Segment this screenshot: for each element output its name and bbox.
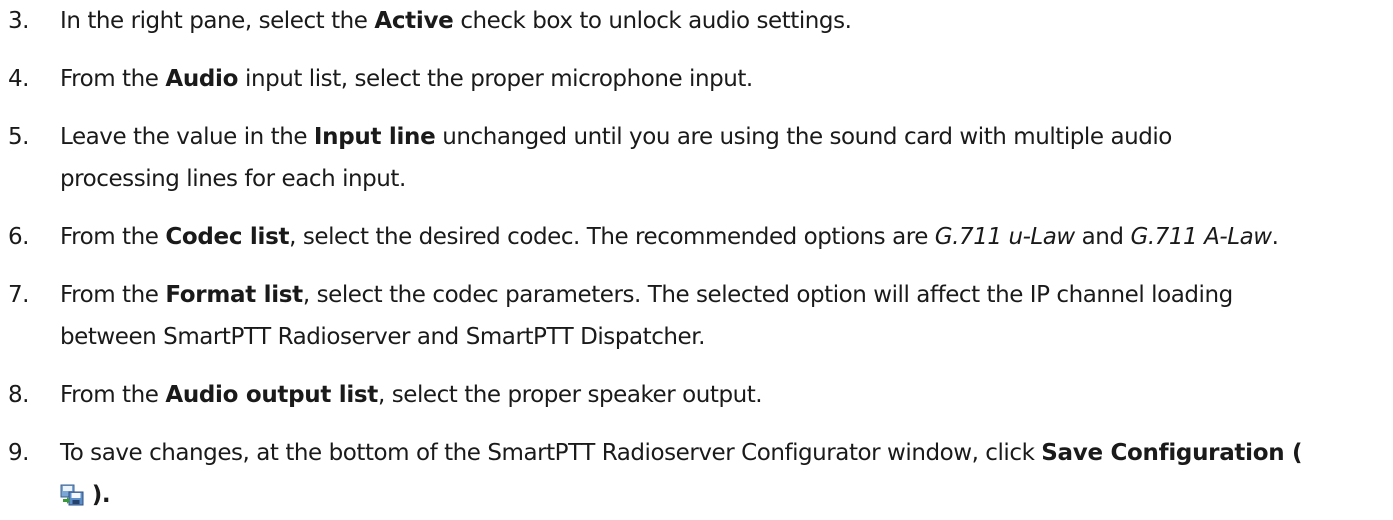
step-line: between SmartPTT Radioserver and SmartPT… bbox=[60, 316, 1233, 358]
step-line: ). bbox=[60, 474, 1302, 516]
step-text: From the Audio input list, select the pr… bbox=[60, 58, 753, 100]
ui-term: Format list bbox=[165, 282, 303, 308]
text-run: From the bbox=[60, 382, 166, 408]
text-run: Leave the value in the bbox=[60, 124, 314, 150]
text-run: From the bbox=[60, 282, 166, 308]
text-run: , select the desired codec. The recommen… bbox=[289, 224, 935, 250]
save-configuration-icon bbox=[60, 478, 84, 506]
text-run: and bbox=[1074, 224, 1131, 250]
step-line: From the Audio input list, select the pr… bbox=[60, 58, 753, 100]
codec-option: G.711 A-Law bbox=[1130, 224, 1272, 250]
text-run: . bbox=[1271, 224, 1279, 250]
step-line: From the Codec list, select the desired … bbox=[60, 216, 1279, 258]
step-line: processing lines for each input. bbox=[60, 158, 1172, 200]
step-number: 9. bbox=[8, 440, 30, 466]
ui-term: ). bbox=[84, 482, 111, 508]
step-number: 7. bbox=[8, 282, 30, 308]
step-number: 5. bbox=[8, 124, 30, 150]
step-line: To save changes, at the bottom of the Sm… bbox=[60, 432, 1303, 474]
step-text: From the Format list, select the codec p… bbox=[60, 274, 1233, 358]
step-text: In the right pane, select the Active che… bbox=[60, 0, 852, 42]
codec-option: G.711 u-Law bbox=[934, 224, 1075, 250]
ui-term: Input line bbox=[313, 124, 436, 150]
ui-term: Audio bbox=[165, 66, 239, 92]
step-text: From the Codec list, select the desired … bbox=[60, 216, 1279, 258]
step-line: Leave the value in the Input line unchan… bbox=[60, 116, 1172, 158]
text-run: check box to unlock audio settings. bbox=[453, 8, 852, 34]
text-run: , select the codec parameters. The selec… bbox=[302, 282, 1233, 308]
ui-term: Audio output list bbox=[165, 382, 379, 408]
step-text: To save changes, at the bottom of the Sm… bbox=[60, 432, 1303, 516]
ui-term: Active bbox=[374, 8, 454, 34]
step-line: In the right pane, select the Active che… bbox=[60, 0, 852, 42]
step-line: From the Audio output list, select the p… bbox=[60, 374, 763, 416]
text-run: , select the proper speaker output. bbox=[378, 382, 763, 408]
text-run: In the right pane, select the bbox=[60, 8, 375, 34]
text-run: between SmartPTT Radioserver and SmartPT… bbox=[60, 324, 705, 350]
ui-term: Codec list bbox=[165, 224, 290, 250]
text-run: From the bbox=[60, 66, 166, 92]
step-text: From the Audio output list, select the p… bbox=[60, 374, 763, 416]
text-run: unchanged until you are using the sound … bbox=[435, 124, 1172, 150]
text-run: processing lines for each input. bbox=[60, 166, 406, 192]
text-run: To save changes, at the bottom of the Sm… bbox=[60, 440, 1042, 466]
step-line: From the Format list, select the codec p… bbox=[60, 274, 1233, 316]
document-page: 3. In the right pane, select the Active … bbox=[0, 0, 1393, 508]
ui-term: Save Configuration ( bbox=[1041, 440, 1303, 466]
step-number: 3. bbox=[8, 8, 30, 34]
text-run: From the bbox=[60, 224, 166, 250]
step-text: Leave the value in the Input line unchan… bbox=[60, 116, 1172, 200]
text-run: input list, select the proper microphone… bbox=[238, 66, 753, 92]
step-number: 8. bbox=[8, 382, 30, 408]
step-number: 4. bbox=[8, 66, 30, 92]
step-number: 6. bbox=[8, 224, 30, 250]
